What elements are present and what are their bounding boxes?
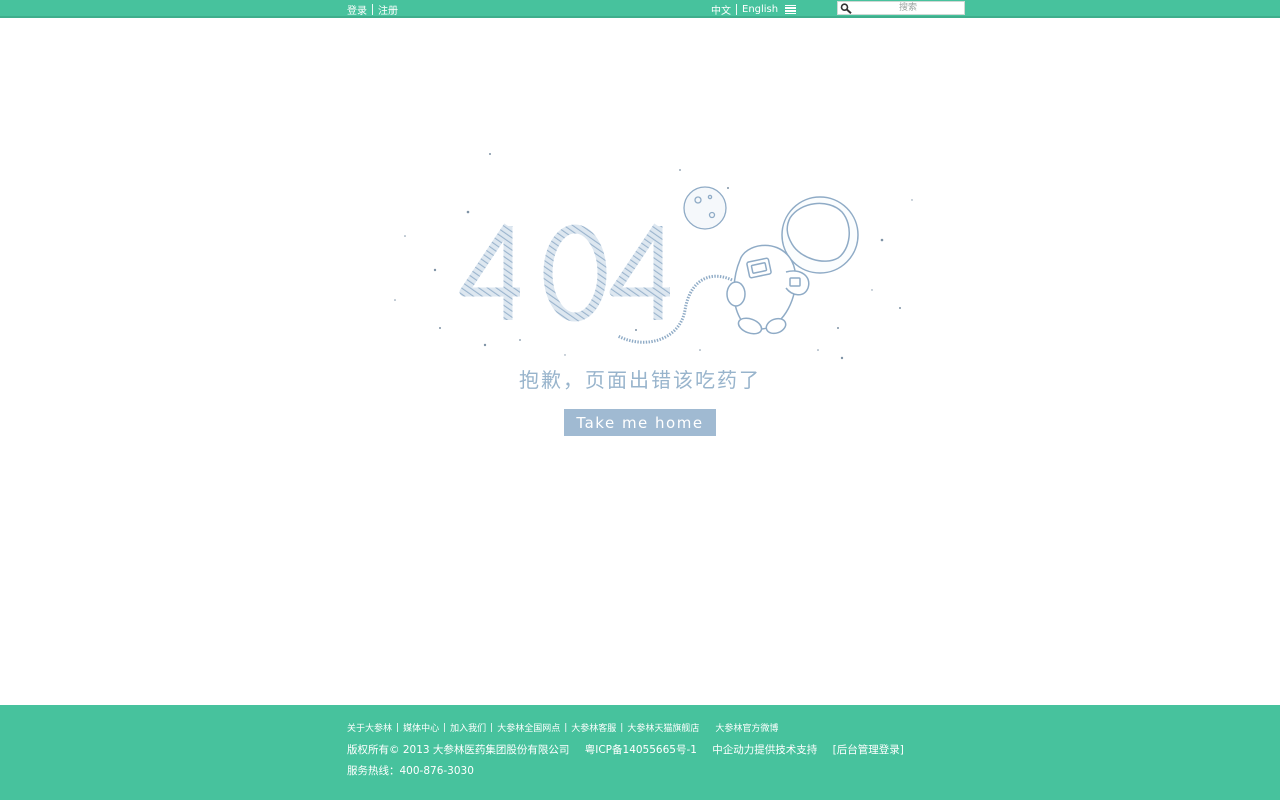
login-link[interactable]: 登录 <box>347 2 367 17</box>
lang-chinese-link[interactable]: 中文 <box>711 2 731 17</box>
footer-link-media[interactable]: 媒体中心 <box>403 721 439 734</box>
footer-link-service[interactable]: 大参林客服 <box>571 721 616 734</box>
footer-link-stores[interactable]: 大参林全国网点 <box>497 721 560 734</box>
divider <box>736 4 737 15</box>
lang-english-link[interactable]: English <box>742 4 778 15</box>
search-icon[interactable] <box>840 3 852 14</box>
astronaut-icon <box>726 196 859 335</box>
top-bar: 登录 注册 中文 English <box>0 0 1280 18</box>
footer: 关于大参林 | 媒体中心 | 加入我们 | 大参林全国网点 | 大参林客服 | … <box>0 705 1280 800</box>
register-link[interactable]: 注册 <box>378 2 398 17</box>
astronaut-404-illustration <box>394 153 913 360</box>
tether-cable <box>617 274 733 344</box>
footer-copyright-line: 版权所有© 2013 大参林医药集团股份有限公司 粤ICP备14055665号-… <box>347 742 904 757</box>
search-box <box>837 1 965 15</box>
footer-links: 关于大参林 | 媒体中心 | 加入我们 | 大参林全国网点 | 大参林客服 | … <box>347 721 778 735</box>
divider: | <box>396 722 400 733</box>
admin-login-link[interactable]: [后台管理登录] <box>833 744 904 756</box>
footer-link-join[interactable]: 加入我们 <box>450 721 486 734</box>
hotline-text: 服务热线：400-876-3030 <box>347 765 474 777</box>
footer-link-tmall[interactable]: 大参林天猫旗舰店 <box>627 721 699 734</box>
divider: | <box>620 722 624 733</box>
error-message: 抱歉，页面出错该吃药了 <box>519 368 761 392</box>
footer-link-weibo[interactable]: 大参林官方微博 <box>715 721 778 734</box>
divider: | <box>564 722 568 733</box>
divider: | <box>490 722 494 733</box>
account-links: 登录 注册 <box>347 2 398 17</box>
divider <box>372 4 373 15</box>
language-switcher: 中文 English <box>711 2 797 17</box>
footer-link-about[interactable]: 关于大参林 <box>347 721 392 734</box>
copyright-text: 版权所有© 2013 大参林医药集团股份有限公司 <box>347 744 570 756</box>
search-input[interactable] <box>854 2 962 14</box>
take-me-home-button[interactable]: Take me home <box>564 409 716 436</box>
divider: | <box>443 722 447 733</box>
error-code-404 <box>459 223 670 322</box>
moon-icon <box>683 186 727 230</box>
menu-icon[interactable] <box>785 4 797 15</box>
tech-support-text: 中企动力提供技术支持 <box>712 744 818 756</box>
icp-link[interactable]: 粤ICP备14055665号-1 <box>585 744 697 756</box>
